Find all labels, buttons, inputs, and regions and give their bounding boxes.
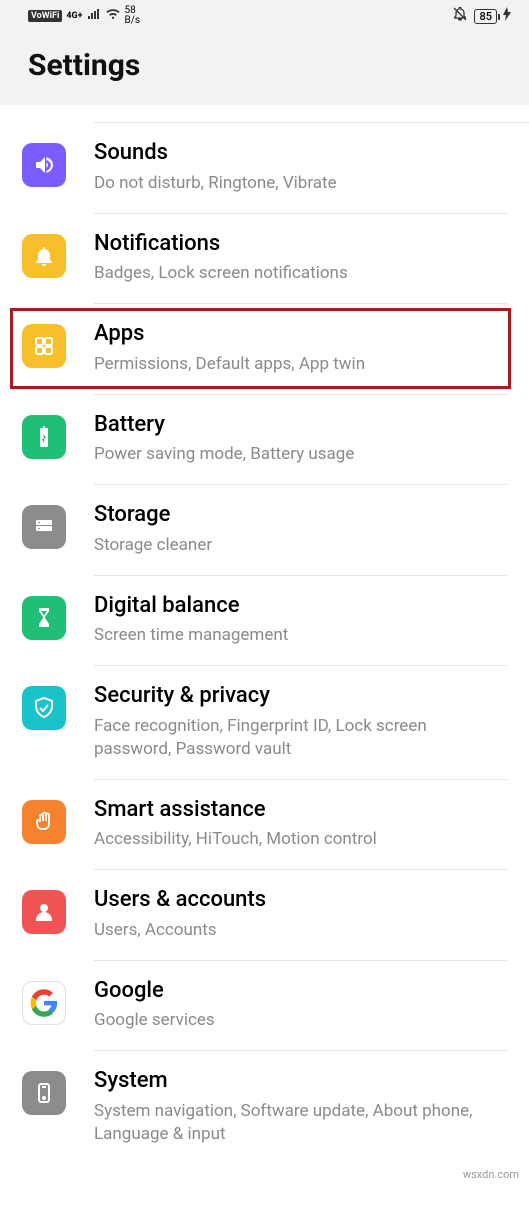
row-subtitle: Screen time management bbox=[94, 624, 507, 647]
row-subtitle: Google services bbox=[94, 1009, 507, 1032]
row-title: Notifications bbox=[94, 230, 507, 259]
row-subtitle: Badges, Lock screen notifications bbox=[94, 262, 507, 285]
notifications-icon bbox=[22, 234, 66, 278]
user-icon bbox=[22, 890, 66, 934]
row-title: Security & privacy bbox=[94, 682, 507, 711]
row-sounds[interactable]: Sounds Do not disturb, Ringtone, Vibrate bbox=[0, 123, 529, 214]
row-system[interactable]: System System navigation, Software updat… bbox=[0, 1051, 529, 1163]
network-speed: 58B/s bbox=[125, 6, 141, 26]
row-subtitle: Do not disturb, Ringtone, Vibrate bbox=[94, 172, 507, 195]
row-subtitle: System navigation, Software update, Abou… bbox=[94, 1100, 507, 1146]
vowifi-badge: VoWiFi bbox=[28, 10, 62, 22]
row-subtitle: Power saving mode, Battery usage bbox=[94, 443, 507, 466]
network-type: 4G+ bbox=[66, 11, 82, 21]
watermark: wsxdn.com bbox=[0, 1164, 529, 1187]
digital-balance-icon bbox=[22, 596, 66, 640]
row-title: Digital balance bbox=[94, 592, 507, 621]
row-subtitle: Accessibility, HiTouch, Motion control bbox=[94, 828, 507, 851]
battery-indicator: 85 bbox=[474, 9, 497, 24]
wifi-icon bbox=[105, 8, 121, 24]
row-security[interactable]: Security & privacy Face recognition, Fin… bbox=[0, 666, 529, 779]
page-title: Settings bbox=[28, 48, 501, 83]
google-icon bbox=[22, 981, 66, 1025]
row-subtitle: Face recognition, Fingerprint ID, Lock s… bbox=[94, 715, 507, 761]
row-battery[interactable]: Battery Power saving mode, Battery usage bbox=[0, 395, 529, 486]
status-left: VoWiFi 4G+ 58B/s bbox=[28, 6, 140, 26]
shield-icon bbox=[22, 686, 66, 730]
hand-icon bbox=[22, 800, 66, 844]
row-subtitle: Permissions, Default apps, App twin bbox=[94, 353, 507, 376]
row-title: System bbox=[94, 1067, 507, 1096]
sounds-icon bbox=[22, 143, 66, 187]
apps-icon bbox=[22, 324, 66, 368]
settings-header: Settings bbox=[0, 28, 529, 105]
row-subtitle: Storage cleaner bbox=[94, 534, 507, 557]
row-title: Battery bbox=[94, 411, 507, 440]
row-smart-assist[interactable]: Smart assistance Accessibility, HiTouch,… bbox=[0, 780, 529, 871]
dnd-icon bbox=[452, 6, 468, 26]
status-right: 85 bbox=[452, 6, 511, 26]
row-title: Sounds bbox=[94, 139, 507, 168]
system-icon bbox=[22, 1071, 66, 1115]
row-apps[interactable]: Apps Permissions, Default apps, App twin bbox=[0, 304, 529, 395]
battery-icon bbox=[22, 415, 66, 459]
row-title: Smart assistance bbox=[94, 796, 507, 825]
row-title: Apps bbox=[94, 320, 507, 349]
settings-list[interactable]: Sounds Do not disturb, Ringtone, Vibrate… bbox=[0, 105, 529, 1164]
row-digital-balance[interactable]: Digital balance Screen time management bbox=[0, 576, 529, 667]
row-title: Google bbox=[94, 977, 507, 1006]
row-title: Storage bbox=[94, 501, 507, 530]
row-users[interactable]: Users & accounts Users, Accounts bbox=[0, 870, 529, 961]
row-title: Users & accounts bbox=[94, 886, 507, 915]
row-notifications[interactable]: Notifications Badges, Lock screen notifi… bbox=[0, 214, 529, 305]
row-storage[interactable]: Storage Storage cleaner bbox=[0, 485, 529, 576]
storage-icon bbox=[22, 505, 66, 549]
status-bar: VoWiFi 4G+ 58B/s 85 bbox=[0, 0, 529, 28]
charging-icon bbox=[503, 7, 511, 25]
signal-icon bbox=[87, 8, 101, 24]
row-google[interactable]: Google Google services bbox=[0, 961, 529, 1052]
partial-row-top bbox=[94, 105, 529, 123]
row-subtitle: Users, Accounts bbox=[94, 919, 507, 942]
